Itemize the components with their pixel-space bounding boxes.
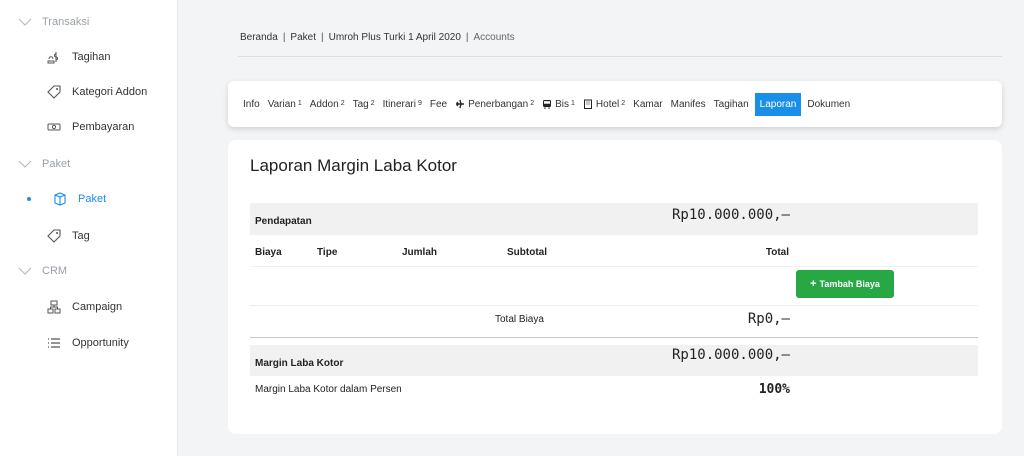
breadcrumb-item[interactable]: Paket bbox=[290, 32, 316, 43]
sidebar-item-campaign[interactable]: Campaign bbox=[0, 298, 178, 316]
tab-fee[interactable]: Fee bbox=[430, 99, 447, 110]
list-icon bbox=[48, 338, 60, 348]
breadcrumb: Beranda | Paket | Umroh Plus Turki 1 April 2… bbox=[240, 32, 515, 43]
sidebar-section-crm[interactable]: CRM bbox=[0, 263, 178, 279]
breadcrumb-item[interactable]: Beranda bbox=[240, 32, 278, 43]
tab-count: 2 bbox=[370, 99, 375, 107]
sidebar-item-tagihan[interactable]: Tagihan bbox=[0, 48, 178, 66]
column-header-jumlah: Jumlah bbox=[402, 247, 438, 258]
sidebar-item-label: Tag bbox=[72, 230, 90, 242]
tag-icon bbox=[47, 229, 61, 243]
pendapatan-value: Rp10.000.000,– bbox=[671, 207, 790, 223]
tab-count: 9 bbox=[417, 99, 422, 107]
chevron-down-icon bbox=[18, 160, 32, 168]
total-biaya-label: Total Biaya bbox=[495, 314, 544, 325]
tab-count: 1 bbox=[297, 99, 302, 107]
tab-count: 1 bbox=[571, 99, 575, 107]
breadcrumb-item[interactable]: Umroh Plus Turki 1 April 2020 bbox=[329, 32, 461, 43]
tab-tag[interactable]: Tag 2 bbox=[353, 99, 375, 110]
column-header-total: Total bbox=[765, 247, 789, 258]
tab-laporan[interactable]: Laporan bbox=[754, 92, 802, 116]
bus-icon bbox=[543, 100, 552, 109]
margin-value: Rp10.000.000,– bbox=[671, 347, 790, 363]
tab-hotel[interactable]: Hotel 2 bbox=[583, 99, 625, 110]
divider bbox=[238, 56, 1002, 57]
sidebar: Transaksi Tagihan Kategori Addon Pembaya… bbox=[0, 0, 178, 456]
tab-penerbangan[interactable]: Penerbangan 2 bbox=[455, 99, 534, 110]
breadcrumb-current: Accounts bbox=[473, 32, 515, 43]
chevron-down-icon bbox=[18, 267, 32, 275]
plus-icon: + bbox=[810, 278, 817, 290]
tab-kamar[interactable]: Kamar bbox=[633, 99, 662, 110]
margin-label: Margin Laba Kotor bbox=[255, 358, 344, 369]
margin-row: Margin Laba Kotor Rp10.000.000,– bbox=[250, 345, 978, 376]
tab-itinerari[interactable]: Itinerari 9 bbox=[383, 99, 422, 110]
sidebar-item-label: Tagihan bbox=[72, 51, 111, 63]
payment-icon bbox=[47, 123, 61, 131]
column-header-tipe: Tipe bbox=[317, 247, 338, 258]
column-header-subtotal: Subtotal bbox=[507, 247, 547, 258]
tab-bis[interactable]: Bis 1 bbox=[542, 99, 575, 110]
sidebar-item-label: Kategori Addon bbox=[72, 86, 148, 98]
divider bbox=[250, 337, 978, 338]
sidebar-item-label: Opportunity bbox=[72, 337, 129, 349]
page-title: Laporan Margin Laba Kotor bbox=[250, 156, 457, 175]
sidebar-item-label: Campaign bbox=[72, 301, 123, 313]
plane-icon bbox=[456, 99, 465, 109]
chevron-down-icon bbox=[18, 18, 32, 26]
pendapatan-label: Pendapatan bbox=[255, 216, 312, 227]
tab-count: 2 bbox=[340, 99, 345, 107]
report-card: Laporan Margin Laba Kotor Pendapatan Rp1… bbox=[228, 140, 1002, 434]
column-header-biaya: Biaya bbox=[255, 247, 282, 258]
building-icon bbox=[583, 99, 592, 109]
tab-dokumen[interactable]: Dokumen bbox=[807, 99, 850, 110]
tab-manifes[interactable]: Manifes bbox=[671, 99, 706, 110]
margin-percent-value: 100% bbox=[758, 382, 790, 397]
total-biaya-value: Rp0,– bbox=[747, 311, 790, 327]
sidebar-item-label: Paket bbox=[78, 193, 107, 205]
sidebar-section-label: CRM bbox=[42, 265, 68, 277]
tab-bar: Info Varian 1 Addon 2 Tag 2 Itinerari 9 Fee … bbox=[228, 81, 1002, 127]
tab-count: 2 bbox=[621, 99, 626, 107]
package-icon bbox=[54, 192, 66, 206]
tab-addon[interactable]: Addon 2 bbox=[310, 99, 345, 110]
margin-percent-label: Margin Laba Kotor dalam Persen bbox=[255, 384, 402, 395]
tab-count: 2 bbox=[530, 99, 535, 107]
sidebar-item-tag[interactable]: Tag bbox=[0, 227, 178, 245]
sidebar-item-label: Pembayaran bbox=[72, 121, 135, 133]
sidebar-section-label: Paket bbox=[42, 158, 71, 170]
add-cost-button[interactable]: + Tambah Biaya bbox=[796, 270, 894, 298]
sitemap-icon bbox=[47, 300, 61, 314]
total-biaya-row: Total Biaya Rp0,– bbox=[250, 306, 978, 336]
tab-info[interactable]: Info bbox=[243, 99, 260, 110]
tab-varian[interactable]: Varian 1 bbox=[268, 99, 302, 110]
sidebar-item-paket[interactable]: Paket bbox=[0, 190, 178, 208]
sidebar-item-opportunity[interactable]: Opportunity bbox=[0, 334, 178, 352]
money-icon bbox=[47, 52, 58, 64]
sidebar-section-transaksi[interactable]: Transaksi bbox=[0, 14, 178, 30]
margin-percent-row: Margin Laba Kotor dalam Persen 100% bbox=[250, 377, 978, 401]
cost-table-header: Biaya Tipe Jumlah Subtotal Total bbox=[250, 239, 978, 265]
sidebar-item-kategori-addon[interactable]: Kategori Addon bbox=[0, 83, 178, 101]
pendapatan-row: Pendapatan Rp10.000.000,– bbox=[250, 203, 978, 235]
sidebar-section-label: Transaksi bbox=[42, 16, 90, 28]
sidebar-section-paket[interactable]: Paket bbox=[0, 156, 178, 172]
divider bbox=[250, 266, 978, 267]
sidebar-item-pembayaran[interactable]: Pembayaran bbox=[0, 118, 178, 136]
tab-tagihan[interactable]: Tagihan bbox=[714, 99, 749, 110]
tag-icon bbox=[47, 85, 61, 99]
